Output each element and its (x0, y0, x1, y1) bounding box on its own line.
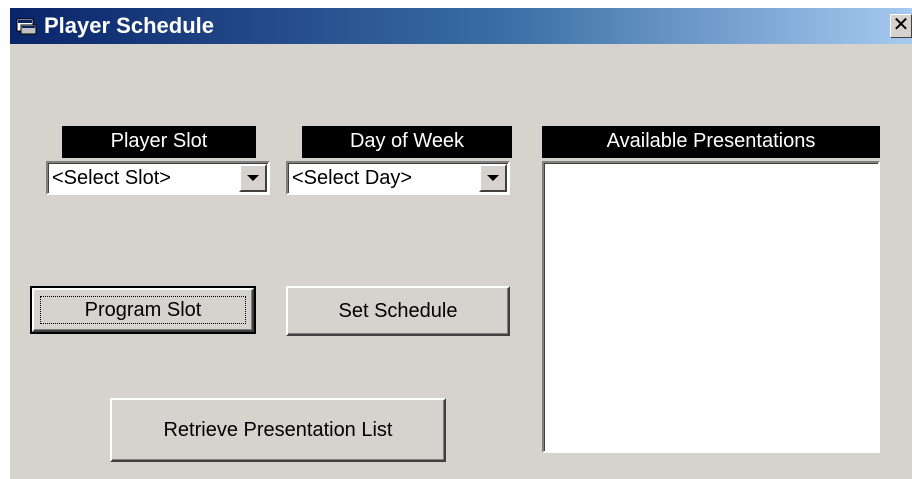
set-schedule-button[interactable]: Set Schedule (286, 286, 510, 336)
set-schedule-label: Set Schedule (338, 300, 458, 322)
chevron-down-icon[interactable] (239, 164, 267, 192)
day-of-week-dropdown[interactable]: <Select Day> (286, 161, 510, 195)
program-slot-button[interactable]: Program Slot (30, 286, 256, 334)
window-title: Player Schedule (44, 13, 214, 38)
title-bar[interactable]: Player Schedule ✕ (10, 8, 912, 44)
day-of-week-label: Day of Week (302, 126, 512, 158)
close-icon: ✕ (892, 14, 910, 36)
available-presentations-label: Available Presentations (542, 126, 880, 158)
retrieve-presentation-list-label: Retrieve Presentation List (163, 419, 393, 441)
player-slot-dropdown[interactable]: <Select Slot> (46, 161, 270, 195)
player-slot-value: <Select Slot> (52, 167, 171, 189)
player-schedule-window: Player Schedule ✕ Player Slot <Select Sl… (10, 8, 912, 479)
close-button[interactable]: ✕ (890, 14, 912, 38)
focus-rectangle (40, 296, 246, 324)
retrieve-presentation-list-button[interactable]: Retrieve Presentation List (110, 398, 446, 462)
day-of-week-value: <Select Day> (292, 167, 413, 189)
presentations-listbox[interactable] (542, 161, 880, 453)
player-slot-label: Player Slot (62, 126, 256, 158)
chevron-down-icon[interactable] (479, 164, 507, 192)
app-window-icon (16, 17, 38, 35)
